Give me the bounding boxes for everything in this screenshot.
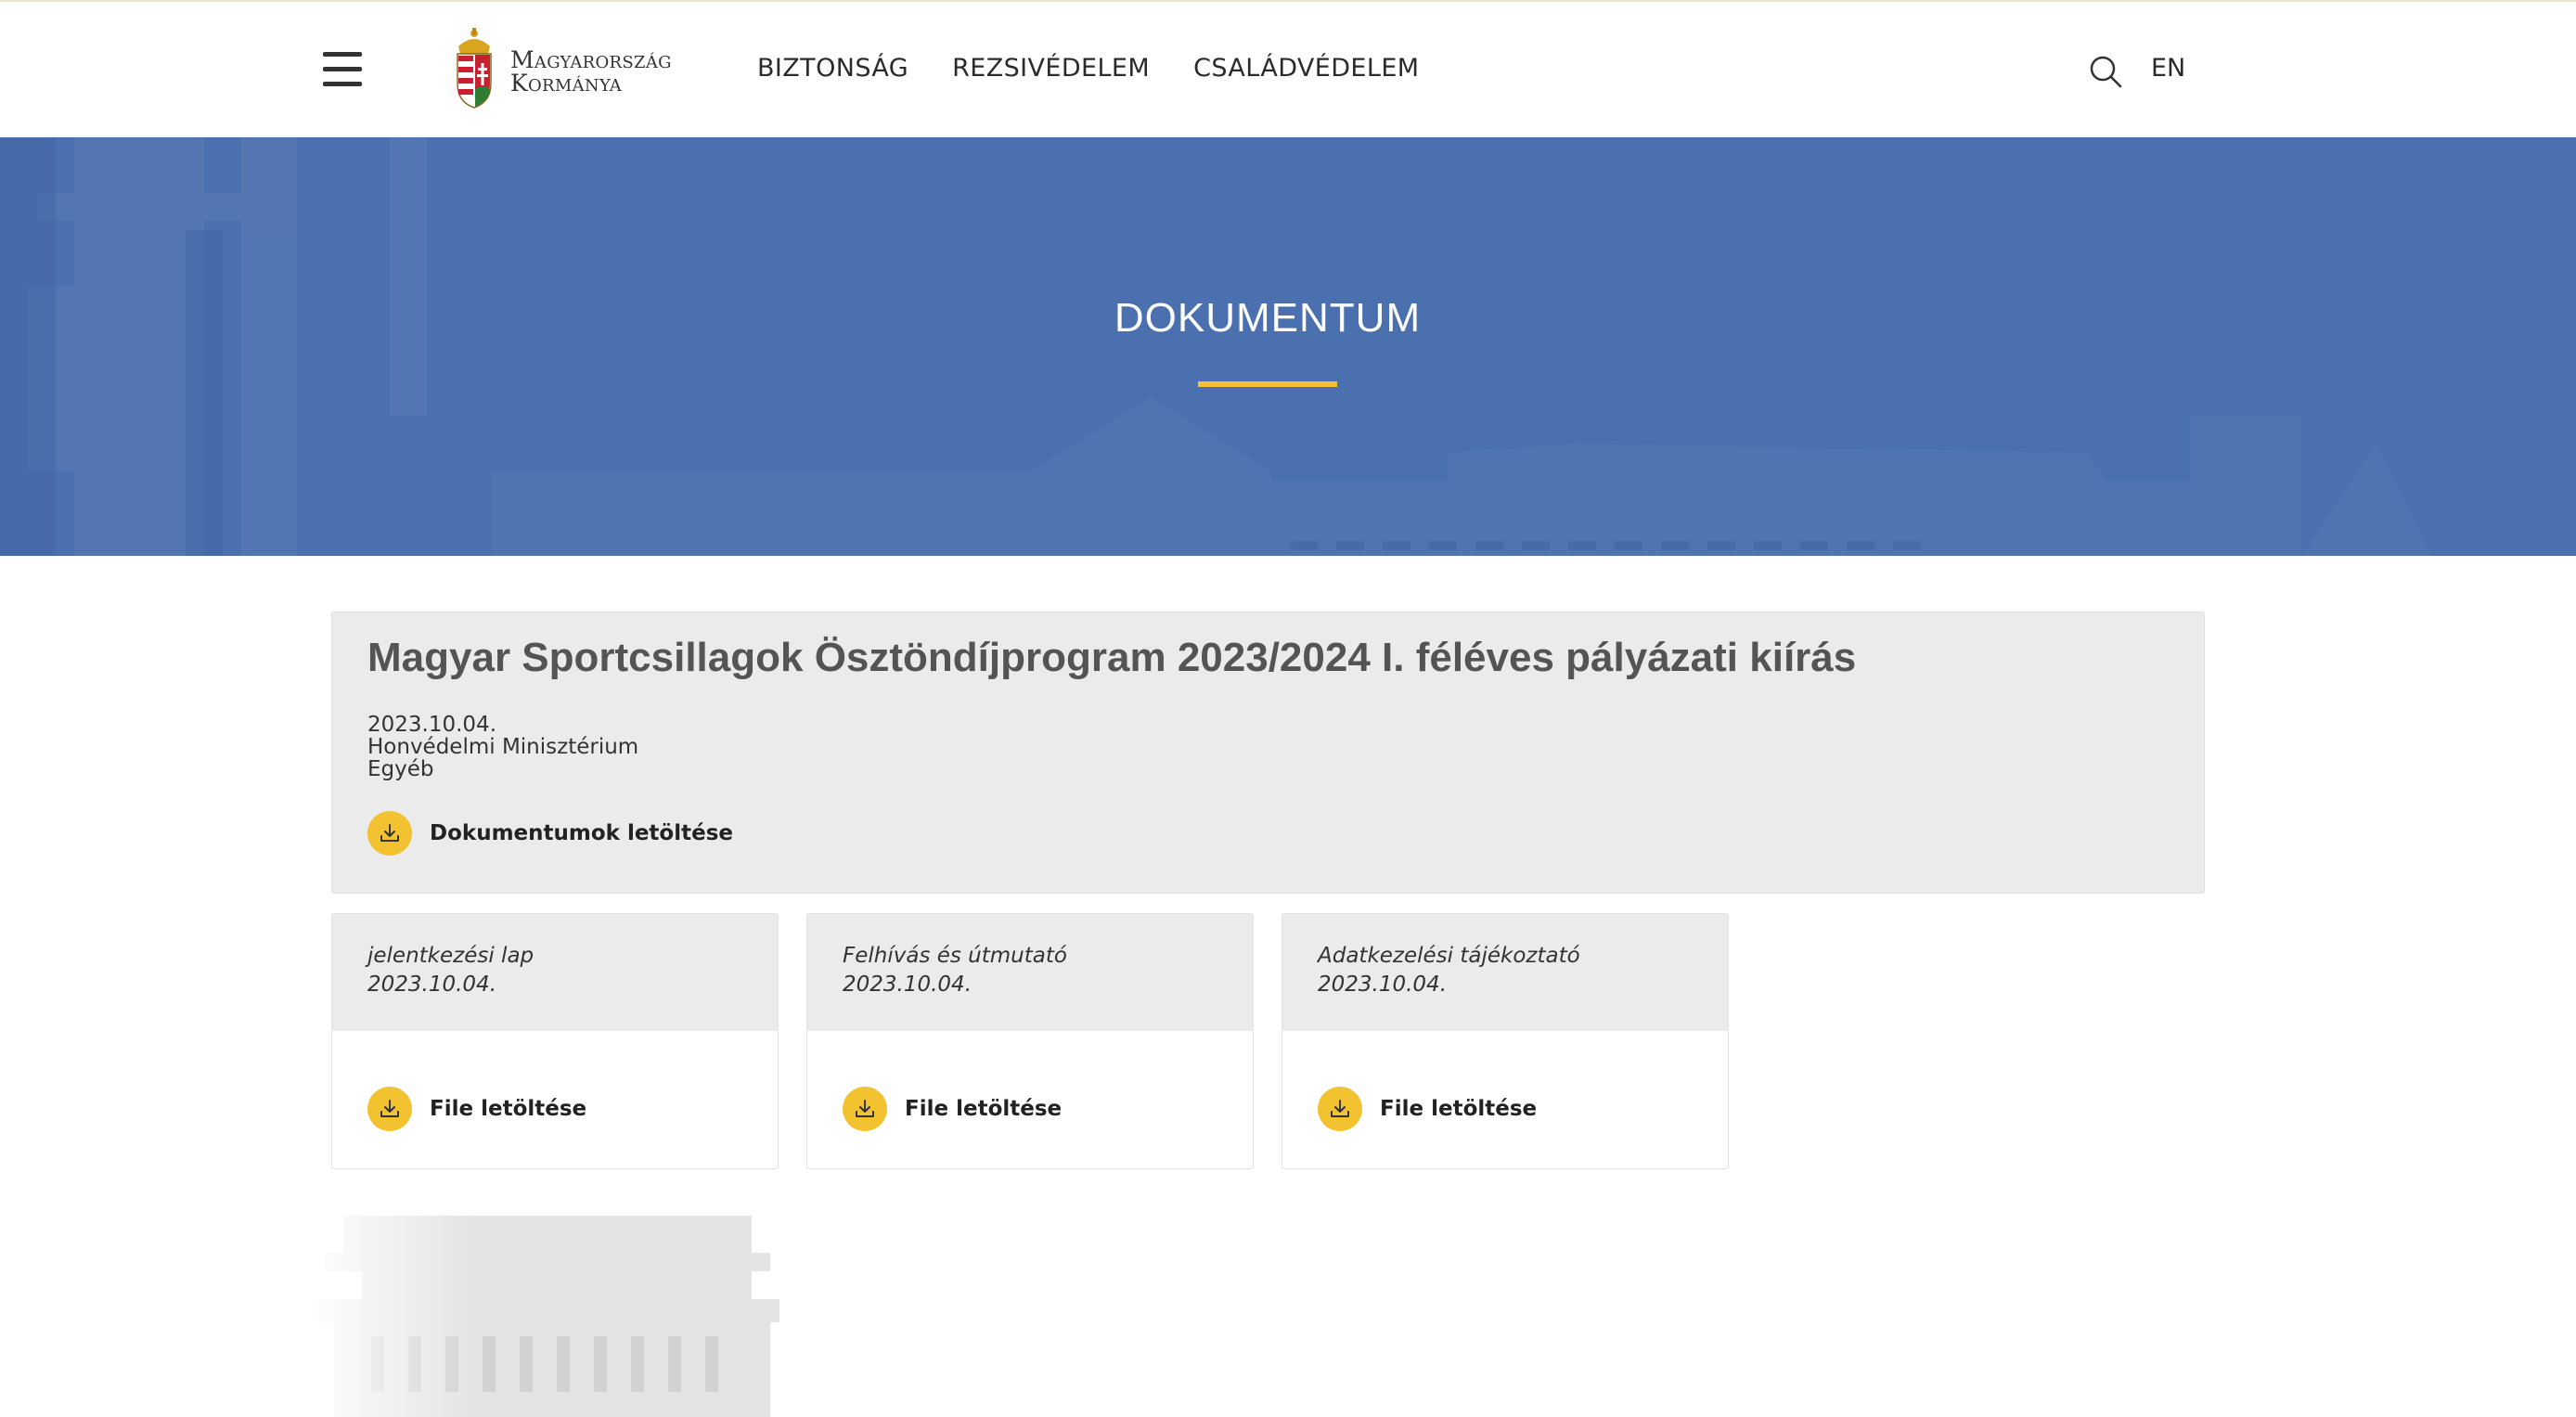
page-hero-banner: DOKUMENTUM <box>0 137 2576 556</box>
nav-item-biztonsag[interactable]: BIZTONSÁG <box>757 54 908 83</box>
download-all-label: Dokumentumok letöltése <box>430 821 733 845</box>
file-download-button[interactable]: File letöltése <box>367 1087 586 1131</box>
language-switch[interactable]: EN <box>2151 54 2185 83</box>
search-icon[interactable] <box>2088 54 2123 89</box>
main-nav: BIZTONSÁG REZSIVÉDELEM CSALÁDVÉDELEM <box>757 54 1419 83</box>
file-name: Adatkezelési tájékoztató <box>1318 944 1580 968</box>
government-logo[interactable]: Magyarország Kormánya <box>453 28 680 109</box>
decorative-building-image <box>306 1206 789 1417</box>
coat-of-arms-icon <box>457 28 492 109</box>
document-ministry: Honvédelmi Minisztérium <box>367 735 639 759</box>
document-meta: 2023.10.04. Honvédelmi Minisztérium Egyé… <box>367 714 638 780</box>
logo-line1: Magyarország <box>510 46 672 73</box>
file-download-label: File letöltése <box>905 1097 1063 1121</box>
file-date: 2023.10.04. <box>843 973 972 997</box>
download-icon <box>367 811 412 856</box>
file-card: Felhívás és útmutató 2023.10.04. File le… <box>806 913 1254 1169</box>
download-icon <box>367 1087 412 1131</box>
document-category: Egyéb <box>367 757 434 781</box>
nav-item-rezsivedelem[interactable]: REZSIVÉDELEM <box>952 54 1150 83</box>
download-all-documents-button[interactable]: Dokumentumok letöltése <box>367 811 733 856</box>
page-title: DOKUMENTUM <box>1114 295 1422 341</box>
file-download-label: File letöltése <box>430 1097 587 1121</box>
document-date: 2023.10.04. <box>367 713 496 737</box>
file-date: 2023.10.04. <box>1318 973 1447 997</box>
logo-line2: Kormánya <box>510 70 623 97</box>
title-accent-line <box>1198 381 1337 387</box>
file-name: jelentkezési lap <box>367 944 535 968</box>
nav-item-csaladvedelem[interactable]: CSALÁDVÉDELEM <box>1193 54 1419 83</box>
top-navigation-bar: Magyarország Kormánya BIZTONSÁG REZSIVÉD… <box>0 0 2576 137</box>
file-card: jelentkezési lap 2023.10.04. File letölt… <box>331 913 779 1169</box>
menu-icon[interactable] <box>323 50 362 87</box>
file-date: 2023.10.04. <box>367 973 496 997</box>
file-card: Adatkezelési tájékoztató 2023.10.04. Fil… <box>1282 913 1729 1169</box>
download-icon <box>843 1087 887 1131</box>
file-name: Felhívás és útmutató <box>843 944 1067 968</box>
download-icon <box>1318 1087 1362 1131</box>
file-download-button[interactable]: File letöltése <box>843 1087 1062 1131</box>
document-title: Magyar Sportcsillagok Ösztöndíjprogram 2… <box>367 635 1857 680</box>
document-summary-card: Magyar Sportcsillagok Ösztöndíjprogram 2… <box>331 612 2205 894</box>
file-download-button[interactable]: File letöltése <box>1318 1087 1537 1131</box>
file-download-label: File letöltése <box>1380 1097 1538 1121</box>
building-silhouette-background <box>0 137 2431 556</box>
